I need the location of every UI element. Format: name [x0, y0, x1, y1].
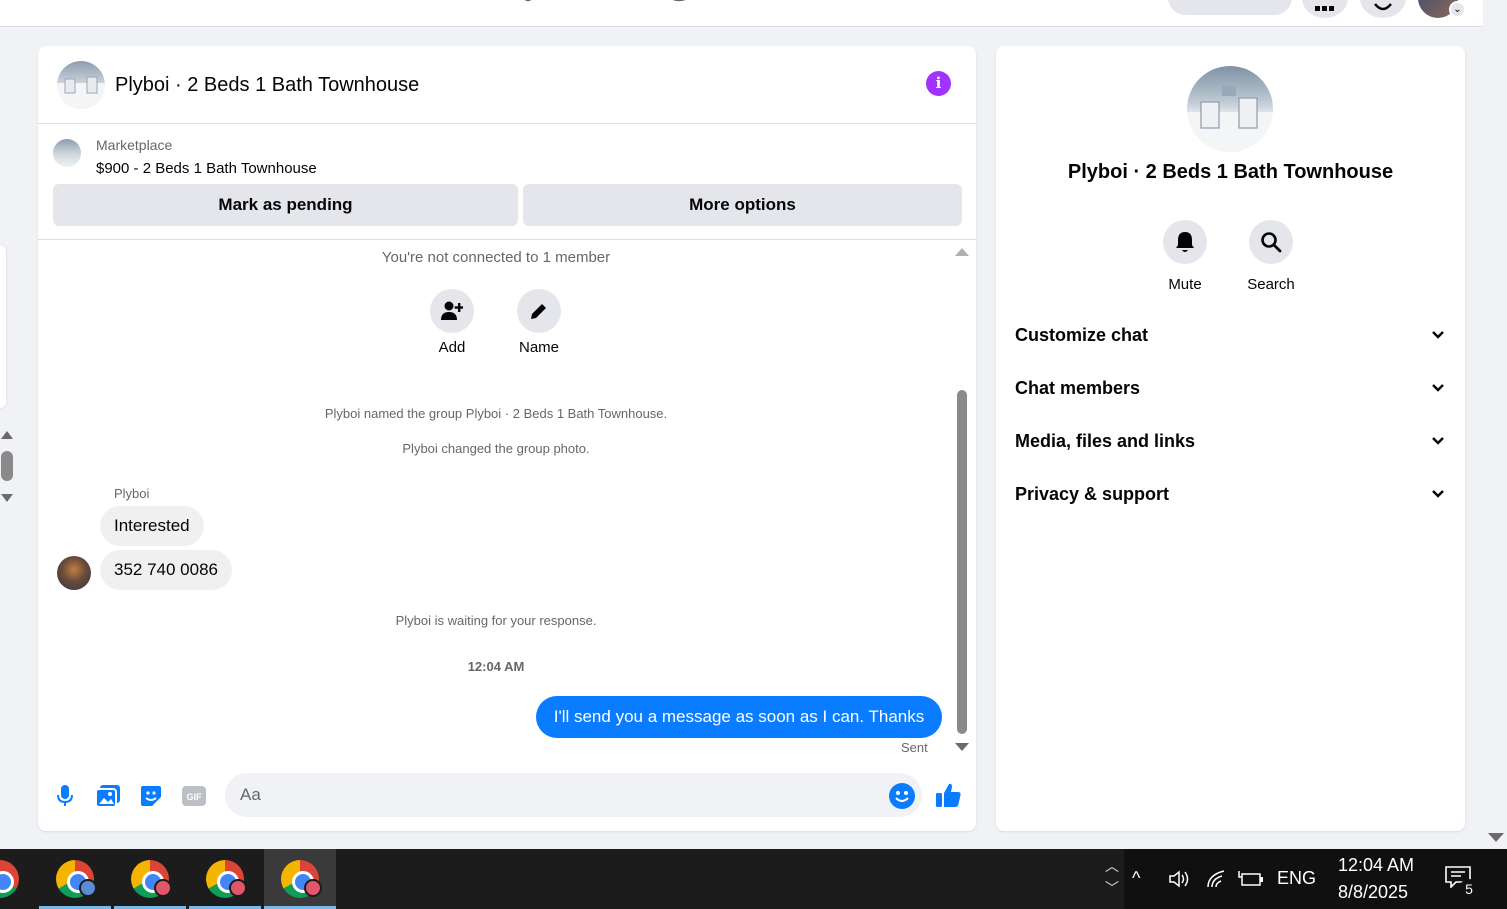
thumbs-up-icon[interactable] [935, 781, 963, 809]
left-scroll-up-arrow[interactable] [1, 431, 13, 439]
message-list[interactable]: You're not connected to 1 member Add Nam… [38, 240, 976, 761]
group-avatar-large[interactable] [1187, 66, 1273, 152]
sender-name: Plyboi [114, 486, 150, 501]
create-button[interactable] [1168, 0, 1292, 15]
chat-window: Plyboi · 2 Beds 1 Bath Townhouse i Marke… [38, 46, 976, 831]
gif-icon[interactable]: GIF [181, 783, 207, 809]
profile-badge-icon [229, 879, 247, 897]
bell-icon [1374, 3, 1392, 11]
incoming-message[interactable]: Interested [100, 506, 204, 546]
sender-avatar[interactable] [57, 556, 91, 590]
section-label: Chat members [1015, 377, 1141, 398]
incoming-message[interactable]: 352 740 0086 [100, 550, 232, 590]
top-navigation-bar: ⌄ [0, 0, 1483, 27]
customize-chat-section[interactable]: Customize chat [1015, 315, 1445, 355]
left-scroll-down-arrow[interactable] [1, 494, 13, 502]
listing-photo-icon [1187, 86, 1273, 152]
photo-icon[interactable] [95, 783, 121, 809]
clock-time[interactable]: 12:04 AM [1338, 855, 1414, 876]
taskbar-app-partial[interactable] [0, 849, 36, 909]
input-language[interactable]: ENG [1277, 868, 1316, 889]
search-icon [1261, 232, 1282, 253]
chevron-down-icon [1432, 331, 1444, 339]
add-member-action[interactable]: Add [422, 289, 482, 356]
clock-date[interactable]: 8/8/2025 [1338, 882, 1408, 903]
grid-icon [1315, 6, 1334, 11]
section-label: Media, files and links [1015, 430, 1196, 451]
left-scrollbar-thumb[interactable] [1, 451, 13, 481]
emoji-icon[interactable] [889, 783, 915, 809]
wifi-icon[interactable] [1206, 869, 1228, 889]
mute-label: Mute [1168, 276, 1202, 293]
marketplace-label: Marketplace [96, 137, 173, 153]
notification-count-badge: 5 [1459, 879, 1479, 899]
add-label: Add [438, 339, 466, 356]
svg-text:GIF: GIF [187, 792, 203, 802]
listing-photo-icon [57, 76, 105, 109]
chevron-down-icon [1432, 437, 1444, 445]
taskbar-scroll-arrows[interactable]: ︿ ﹀ [1103, 855, 1121, 903]
system-message: Plyboi named the group Plyboi · 2 Beds 1… [324, 406, 668, 421]
system-message: Plyboi changed the group photo. [402, 441, 590, 456]
chevron-down-icon [1432, 384, 1444, 392]
message-input[interactable] [225, 773, 922, 817]
groups-icon[interactable] [520, 0, 548, 6]
message-scrollbar[interactable] [955, 240, 969, 761]
microphone-icon[interactable] [52, 783, 78, 809]
waiting-notice: Plyboi is waiting for your response. [395, 613, 597, 628]
pencil-icon [531, 304, 546, 319]
menu-button[interactable] [1302, 0, 1348, 18]
message-composer: GIF [38, 761, 976, 831]
chevron-down-icon[interactable]: ⌄ [1449, 1, 1466, 18]
taskbar-chrome-profile-4-active[interactable] [264, 849, 336, 909]
chat-members-section[interactable]: Chat members [1015, 368, 1445, 408]
battery-icon[interactable] [1238, 869, 1264, 889]
show-hidden-icons-icon[interactable]: ^ [1132, 868, 1140, 889]
profile-badge-icon [304, 879, 322, 897]
mute-action[interactable]: Mute [1145, 220, 1225, 293]
timestamp-separator: 12:04 AM [467, 659, 525, 674]
chat-header: Plyboi · 2 Beds 1 Bath Townhouse i [38, 46, 976, 124]
bell-icon [1176, 232, 1194, 252]
chevron-down-icon [1432, 490, 1444, 498]
volume-icon[interactable] [1168, 869, 1190, 889]
listing-price-title[interactable]: $900 - 2 Beds 1 Bath Townhouse [96, 160, 317, 177]
scroll-down-arrow[interactable] [955, 743, 969, 751]
notifications-button[interactable] [1360, 0, 1406, 18]
chat-info-panel: Plyboi · 2 Beds 1 Bath Townhouse Mute Se… [996, 46, 1465, 831]
sent-status: Sent [901, 740, 928, 755]
taskbar-chrome-profile-3[interactable] [189, 849, 261, 909]
media-files-links-section[interactable]: Media, files and links [1015, 421, 1445, 461]
scrollbar-thumb[interactable] [957, 390, 967, 734]
taskbar-chrome-profile-2[interactable] [114, 849, 186, 909]
add-person-icon [441, 301, 463, 320]
listing-thumbnail[interactable] [53, 139, 81, 167]
section-label: Privacy & support [1015, 483, 1170, 504]
gaming-icon[interactable] [665, 0, 693, 6]
outgoing-message[interactable]: I'll send you a message as soon as I can… [536, 696, 942, 738]
mark-as-pending-button[interactable]: Mark as pending [53, 184, 518, 226]
search-label: Search [1247, 276, 1295, 293]
profile-badge-icon [79, 879, 97, 897]
taskbar-chrome-profile-1[interactable] [39, 849, 111, 909]
search-action[interactable]: Search [1231, 220, 1311, 293]
chat-title[interactable]: Plyboi · 2 Beds 1 Bath Townhouse [115, 74, 419, 97]
chrome-icon [0, 860, 19, 898]
more-options-button[interactable]: More options [523, 184, 962, 226]
not-connected-notice: You're not connected to 1 member [381, 249, 611, 266]
info-icon[interactable]: i [926, 71, 951, 96]
section-label: Customize chat [1015, 324, 1149, 345]
name-label: Name [518, 339, 559, 356]
privacy-support-section[interactable]: Privacy & support [1015, 474, 1445, 514]
marketplace-icon[interactable] [378, 0, 406, 6]
info-title: Plyboi · 2 Beds 1 Bath Townhouse [1067, 161, 1394, 183]
profile-badge-icon [154, 879, 172, 897]
group-avatar[interactable] [57, 61, 105, 109]
scroll-up-arrow[interactable] [955, 248, 969, 256]
sticker-icon[interactable] [138, 783, 164, 809]
marketplace-listing-bar: Marketplace $900 - 2 Beds 1 Bath Townhou… [38, 125, 976, 240]
name-group-action[interactable]: Name [509, 289, 569, 356]
left-collapsed-panel [0, 245, 6, 408]
page-scroll-down-arrow[interactable] [1488, 833, 1504, 842]
